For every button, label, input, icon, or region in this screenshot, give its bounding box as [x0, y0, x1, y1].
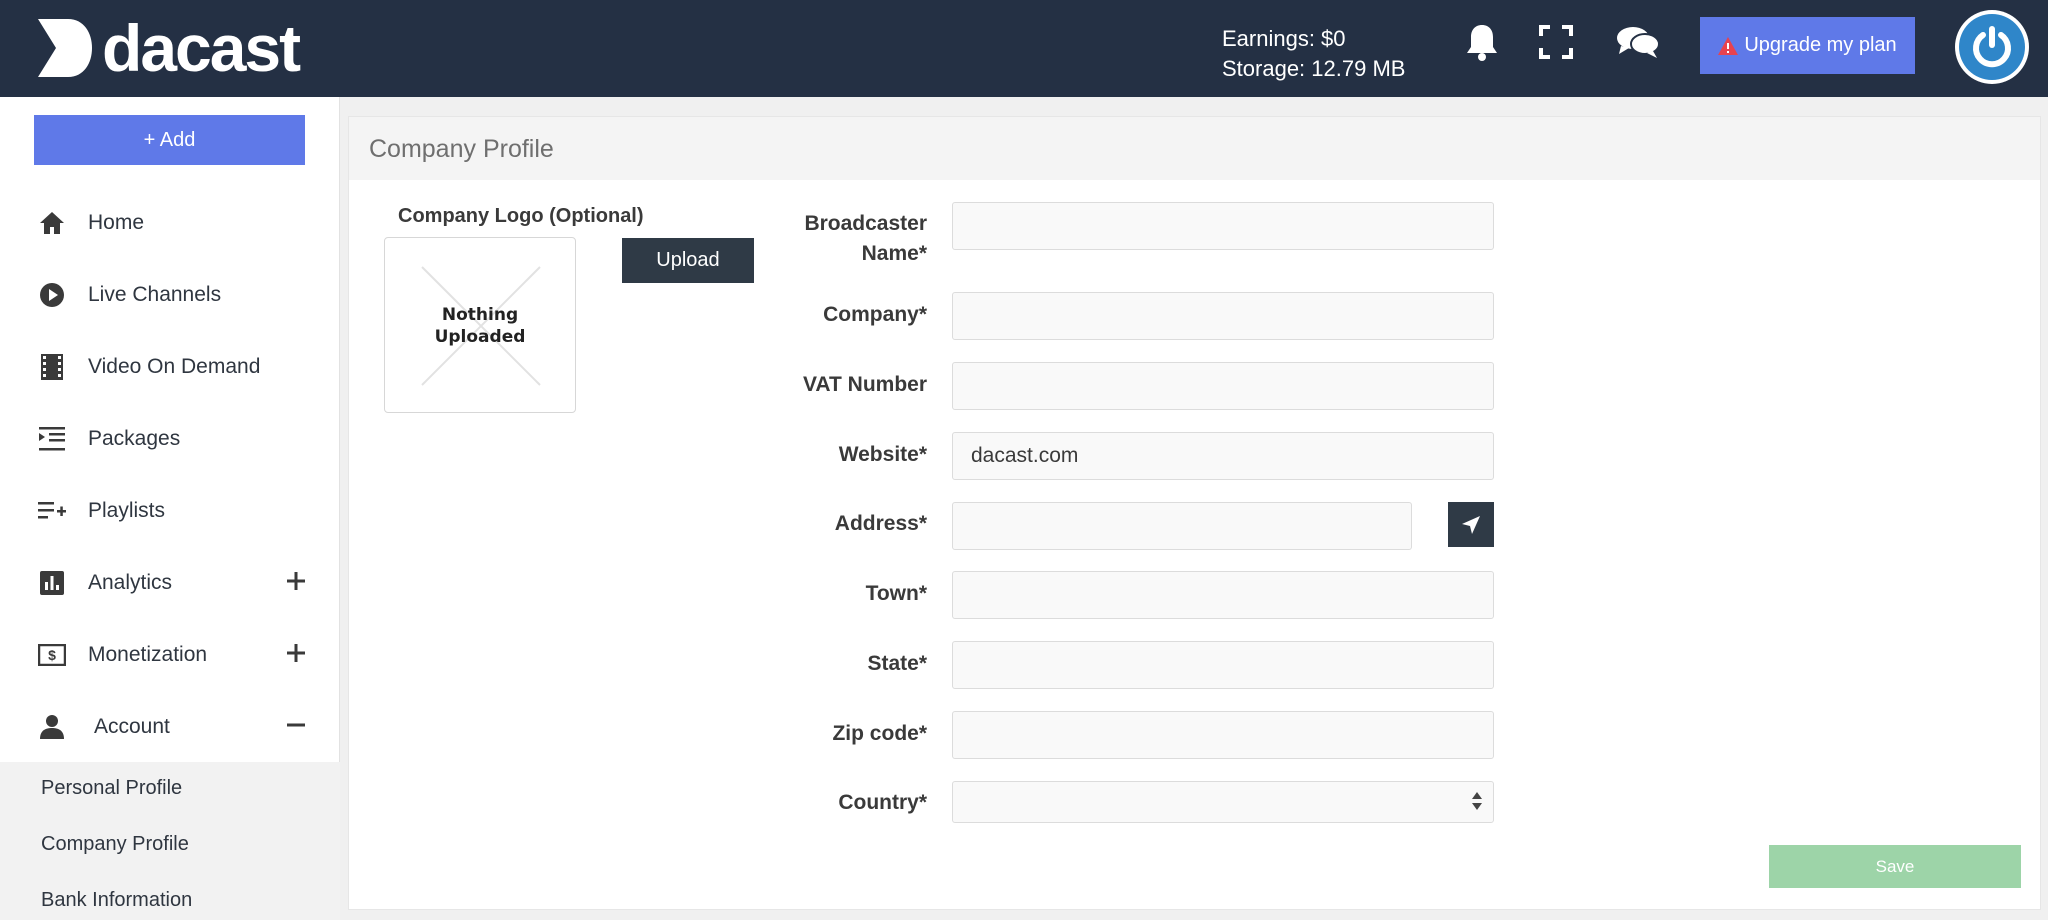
plus-icon[interactable]: [286, 643, 306, 663]
logo-preview: Nothing Uploaded: [384, 237, 576, 413]
sidebar-item-label: Live Channels: [88, 283, 222, 306]
playlist-add-icon: [38, 497, 66, 525]
sidebar-item-label: Packages: [88, 427, 181, 450]
address-input[interactable]: [952, 502, 1412, 550]
bell-icon[interactable]: [1462, 22, 1502, 62]
person-icon: [38, 713, 66, 741]
sidebar-item-analytics[interactable]: Analytics: [0, 557, 340, 609]
submenu-item-personal-profile[interactable]: Personal Profile: [41, 777, 182, 800]
account-submenu: Personal Profile Company Profile Bank In…: [0, 762, 340, 920]
dacast-logo[interactable]: dacast: [34, 11, 301, 85]
submenu-item-company-profile[interactable]: Company Profile: [41, 833, 189, 856]
film-icon: [38, 353, 66, 381]
sidebar-item-monetization[interactable]: $ Monetization: [0, 629, 340, 681]
warning-icon: [1718, 36, 1739, 55]
upgrade-plan-label: Upgrade my plan: [1744, 34, 1897, 56]
svg-text:$: $: [48, 647, 56, 663]
company-input[interactable]: [952, 292, 1494, 340]
avatar[interactable]: [1955, 10, 2029, 84]
state-input[interactable]: [952, 641, 1494, 689]
upgrade-plan-button[interactable]: Upgrade my plan: [1700, 17, 1915, 74]
company-profile-card: Company Profile Company Logo (Optional) …: [348, 116, 2041, 910]
sidebar-item-account[interactable]: Account: [0, 701, 340, 753]
town-label: Town*: [865, 582, 927, 605]
upload-button[interactable]: Upload: [622, 238, 754, 283]
sidebar-item-packages[interactable]: Packages: [0, 413, 340, 465]
sidebar-item-playlists[interactable]: Playlists: [0, 485, 340, 537]
broadcaster-name-input[interactable]: [952, 202, 1494, 250]
sidebar-item-label: Home: [88, 211, 145, 234]
top-bar: dacast Earnings: $0 Storage: 12.79 MB Up…: [0, 0, 2048, 97]
sidebar: + Add Home Live Channels Video On Demand…: [0, 97, 340, 920]
company-label: Company*: [823, 303, 927, 326]
add-button[interactable]: + Add: [34, 115, 305, 165]
chat-icon[interactable]: [1614, 22, 1662, 62]
sidebar-item-home[interactable]: Home: [0, 197, 340, 249]
page-title: Company Profile: [369, 135, 554, 163]
home-icon: [38, 209, 66, 237]
nothing-uploaded-text: Nothing Uploaded: [434, 305, 526, 347]
dacast-logo-icon: [38, 19, 92, 77]
account-stats: Earnings: $0 Storage: 12.79 MB: [1222, 24, 1405, 84]
company-logo-label: Company Logo (Optional): [398, 205, 644, 227]
sidebar-item-label: Monetization: [88, 643, 208, 666]
address-label: Address*: [834, 512, 927, 535]
broadcaster-name-label: Broadcaster Name*: [804, 212, 927, 265]
sidebar-item-label: Playlists: [88, 499, 166, 522]
country-label: Country*: [838, 791, 927, 814]
logo-text: dacast: [102, 11, 301, 85]
state-label: State*: [867, 652, 927, 675]
select-arrows-icon: [1472, 792, 1482, 810]
money-icon: $: [38, 641, 66, 669]
location-arrow-icon: [1462, 515, 1480, 534]
locate-button[interactable]: [1448, 502, 1494, 547]
zip-code-input[interactable]: [952, 711, 1494, 759]
sidebar-item-label: Analytics: [88, 571, 173, 594]
website-input[interactable]: [952, 432, 1494, 480]
power-icon: [1973, 26, 2011, 68]
sidebar-item-label: Account: [94, 715, 170, 738]
bar-chart-icon: [38, 569, 66, 597]
website-label: Website*: [838, 443, 927, 466]
fullscreen-icon[interactable]: [1536, 22, 1576, 62]
card-header: Company Profile: [349, 117, 2040, 180]
sidebar-item-live-channels[interactable]: Live Channels: [0, 269, 340, 321]
vat-number-label: VAT Number: [802, 373, 927, 396]
country-select[interactable]: [952, 781, 1494, 823]
list-indent-icon: [38, 425, 66, 453]
vat-number-input[interactable]: [952, 362, 1494, 410]
plus-icon[interactable]: [286, 571, 306, 591]
play-circle-icon: [38, 281, 66, 309]
minus-icon[interactable]: [286, 715, 306, 735]
save-button[interactable]: Save: [1769, 845, 2021, 888]
sidebar-item-video-on-demand[interactable]: Video On Demand: [0, 341, 340, 393]
storage-text: Storage: 12.79 MB: [1222, 56, 1406, 81]
zip-code-label: Zip code*: [832, 722, 927, 745]
earnings-text: Earnings: $0: [1222, 26, 1346, 51]
submenu-item-bank-information[interactable]: Bank Information: [41, 889, 192, 912]
sidebar-item-label: Video On Demand: [88, 355, 261, 378]
town-input[interactable]: [952, 571, 1494, 619]
